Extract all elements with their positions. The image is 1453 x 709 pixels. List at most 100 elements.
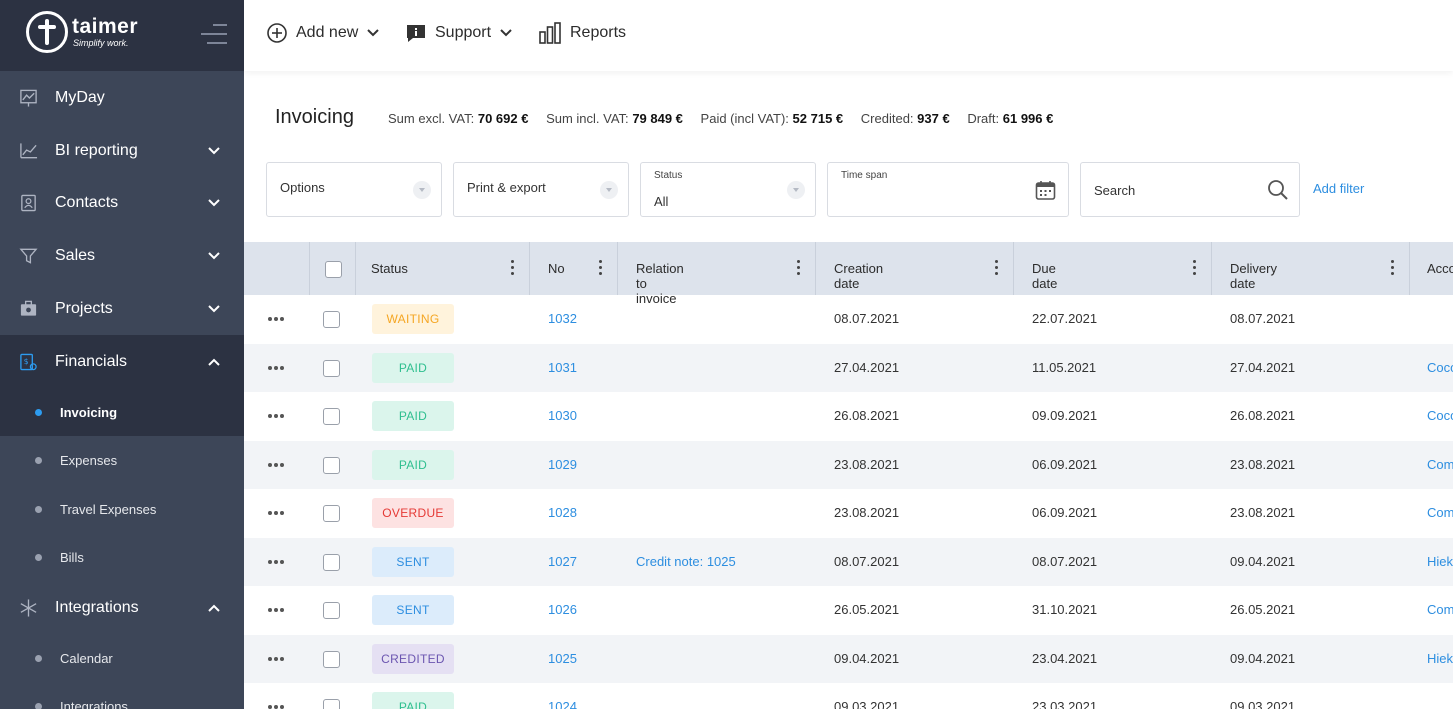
bullet-icon [35, 654, 42, 662]
row-checkbox[interactable] [323, 408, 340, 425]
sidebar-item-label: MyDay [55, 88, 105, 106]
row-checkbox[interactable] [323, 456, 340, 474]
sidebar-item-sales[interactable]: Sales [0, 229, 244, 282]
search-input[interactable]: Search [1094, 183, 1135, 198]
invoice-number-link[interactable]: 1030 [548, 408, 577, 423]
column-label: Status [371, 261, 408, 276]
row-actions-icon[interactable] [268, 608, 288, 612]
table-row[interactable]: PAID 1031 27.04.2021 11.05.2021 27.04.2021 Co… [244, 343, 1453, 392]
column-menu-icon[interactable] [511, 260, 515, 276]
relation-link[interactable]: Credit note: 1025 [636, 554, 736, 569]
row-actions-icon[interactable] [268, 511, 288, 515]
row-actions-icon[interactable] [268, 317, 288, 321]
row-actions-icon[interactable] [268, 705, 288, 709]
column-menu-icon[interactable] [797, 260, 801, 276]
row-checkbox[interactable] [323, 699, 340, 709]
contact-card-icon [21, 194, 36, 211]
plus-circle-icon [267, 23, 287, 43]
account-link[interactable]: Com [1427, 505, 1453, 520]
row-checkbox[interactable] [323, 311, 340, 328]
stat-paid: Paid (incl VAT): 52 715 € [700, 111, 844, 126]
delivery-date: 09.04.2021 [1230, 553, 1296, 569]
row-actions-icon[interactable] [268, 414, 288, 418]
status-select-value: All [654, 194, 669, 209]
svg-text:$: $ [24, 356, 29, 365]
row-checkbox[interactable] [323, 505, 340, 522]
menu-toggle-icon[interactable] [201, 24, 227, 46]
row-checkbox[interactable] [323, 650, 340, 668]
column-menu-icon[interactable] [995, 260, 999, 276]
support-button[interactable]: Support [405, 20, 520, 46]
select-all-checkbox[interactable] [325, 261, 342, 278]
sidebar-subitem-calendar[interactable]: Calendar [0, 634, 244, 682]
reports-button[interactable]: Reports [538, 20, 626, 46]
print-export-dropdown[interactable]: Print & export [453, 162, 629, 217]
table-row[interactable]: PAID 1029 23.08.2021 06.09.2021 23.08.2021 Co… [244, 440, 1453, 489]
table-row[interactable]: SENT 1026 26.05.2021 31.10.2021 26.05.2021 Co… [244, 586, 1453, 635]
sidebar-subitem-travel-expenses[interactable]: Travel Expenses [0, 485, 244, 533]
table-row[interactable]: OVERDUE 1028 23.08.2021 06.09.2021 23.08.202… [244, 489, 1453, 538]
sidebar-subitem-bills[interactable]: Bills [0, 533, 244, 581]
delivery-date: 26.05.2021 [1230, 602, 1296, 617]
invoice-number-link[interactable]: 1028 [548, 505, 577, 520]
account-link[interactable]: Com [1427, 457, 1453, 472]
table-row[interactable]: PAID 1030 26.08.2021 09.09.2021 26.08.2021 Co… [244, 392, 1453, 441]
creation-date: 23.08.2021 [834, 456, 900, 472]
page-title: Invoicing [275, 106, 354, 128]
line-chart-icon [20, 142, 38, 158]
table-row[interactable]: WAITING 1032 08.07.2021 22.07.2021 08.07.202… [244, 295, 1453, 344]
sidebar-item-integrations[interactable]: Integrations [0, 581, 244, 634]
sidebar-subitem-invoicing[interactable]: Invoicing [0, 388, 244, 436]
logo-area: taimer Simplify work. [0, 0, 244, 71]
status-badge: SENT [372, 595, 454, 625]
stat-credited: Credited: 937 € [860, 111, 950, 126]
bullet-icon [35, 505, 42, 513]
invoice-number-link[interactable]: 1025 [548, 651, 577, 666]
sidebar-item-projects[interactable]: Projects [0, 282, 244, 335]
column-label: No [548, 261, 565, 276]
sidebar-subitem-expenses[interactable]: Expenses [0, 436, 244, 484]
column-menu-icon[interactable] [1193, 260, 1197, 276]
search-icon[interactable] [1267, 179, 1289, 201]
account-link[interactable]: Hiek [1427, 651, 1453, 666]
status-select-label: Status [654, 170, 683, 181]
invoice-number-link[interactable]: 1026 [548, 602, 577, 617]
invoice-number-link[interactable]: 1024 [548, 699, 577, 709]
table-row[interactable]: SENT 1027 Credit note: 1025 08.07.2021 08.07… [244, 537, 1453, 586]
invoice-number-link[interactable]: 1027 [548, 554, 577, 569]
add-filter-link[interactable]: Add filter [1313, 181, 1364, 196]
creation-date: 08.07.2021 [834, 553, 900, 569]
row-actions-icon[interactable] [268, 462, 288, 467]
row-checkbox[interactable] [323, 359, 340, 377]
status-badge: PAID [372, 401, 454, 431]
sidebar-subitem-integrations[interactable]: Integrations [0, 682, 244, 709]
invoice-number-link[interactable]: 1031 [548, 360, 577, 375]
search-box[interactable]: Search [1080, 162, 1300, 217]
row-checkbox[interactable] [323, 602, 340, 619]
sidebar-item-financials[interactable]: $ Financials [0, 335, 244, 388]
table-row[interactable]: PAID 1024 09.03.2021 23.03.2021 09.03.2021 [244, 683, 1453, 709]
invoice-number-link[interactable]: 1029 [548, 457, 577, 472]
account-link[interactable]: Coco [1427, 408, 1453, 423]
add-new-button[interactable]: Add new [266, 20, 387, 46]
row-checkbox[interactable] [323, 553, 340, 571]
account-link[interactable]: Hiek [1427, 554, 1453, 569]
row-actions-icon[interactable] [268, 365, 288, 370]
time-span-picker[interactable]: Time span [827, 162, 1069, 217]
delivery-date: 09.04.2021 [1230, 650, 1296, 666]
invoice-icon: $ [20, 353, 37, 370]
account-link[interactable]: Com [1427, 602, 1453, 617]
status-select[interactable]: Status All [640, 162, 816, 217]
table-row[interactable]: CREDITED 1025 09.04.2021 23.04.2021 09.04.20… [244, 634, 1453, 683]
sidebar-item-contacts[interactable]: Contacts [0, 176, 244, 229]
row-actions-icon[interactable] [268, 656, 288, 661]
column-menu-icon[interactable] [599, 260, 603, 276]
sidebar-item-myday[interactable]: MyDay [0, 71, 244, 124]
options-dropdown[interactable]: Options [266, 162, 442, 217]
row-actions-icon[interactable] [268, 559, 288, 564]
column-menu-icon[interactable] [1391, 260, 1395, 276]
due-date: 23.03.2021 [1032, 699, 1098, 709]
sidebar-item-bi-reporting[interactable]: BI reporting [0, 124, 244, 177]
account-link[interactable]: Coco [1427, 360, 1453, 375]
invoice-number-link[interactable]: 1032 [548, 311, 577, 326]
